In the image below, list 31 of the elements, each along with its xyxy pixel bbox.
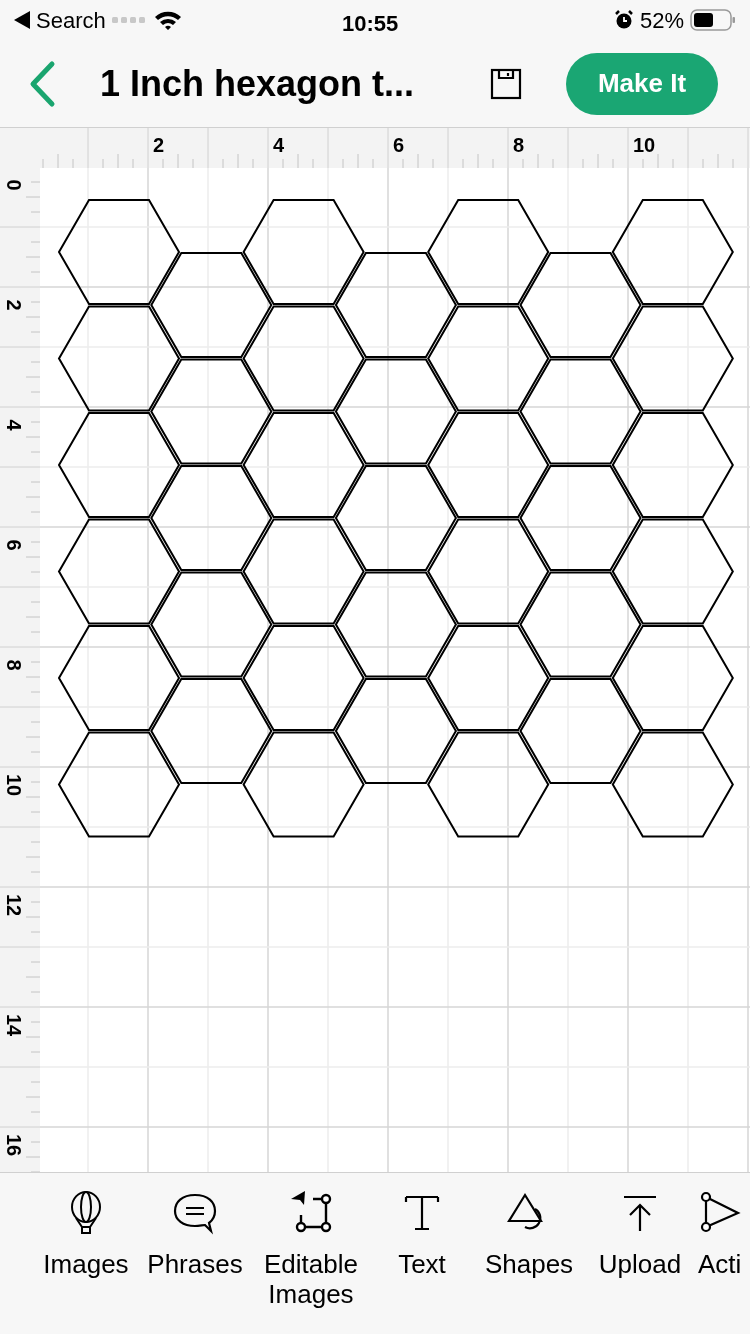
signal-icon xyxy=(111,16,148,24)
toolbar-button[interactable]: Shapes xyxy=(476,1189,582,1279)
toolbar-button[interactable]: Upload xyxy=(588,1189,692,1279)
ruler-label: 8 xyxy=(513,133,525,158)
project-title: 1 Inch hexagon t... xyxy=(100,61,415,106)
back-arrow-icon xyxy=(14,11,30,29)
ruler-label: 6 xyxy=(2,538,26,553)
toolbar-button[interactable]: Phrases xyxy=(142,1189,248,1279)
wifi-icon xyxy=(153,10,182,30)
back-label[interactable]: Search xyxy=(36,3,106,37)
toolbar-button[interactable]: Text xyxy=(374,1189,470,1279)
ruler-label: 4 xyxy=(273,133,285,158)
alarm-clock-icon xyxy=(613,10,634,30)
chevron-left-icon xyxy=(28,59,56,108)
toolbar-button[interactable]: Acti xyxy=(698,1189,750,1279)
ruler-label: 2 xyxy=(2,298,26,313)
battery-icon xyxy=(690,9,736,31)
ruler-label: 10 xyxy=(2,772,26,799)
toolbar-button[interactable]: Images xyxy=(36,1189,136,1279)
ruler-label: 12 xyxy=(2,892,26,919)
status-time: 10:55 xyxy=(342,10,399,38)
toolbar-button[interactable]: Editable Images xyxy=(254,1189,368,1309)
ruler-label: 2 xyxy=(153,133,165,158)
ruler-label: 10 xyxy=(633,133,656,158)
ruler-label: 8 xyxy=(2,658,26,673)
ruler-label: 4 xyxy=(2,418,26,433)
ruler-label: 14 xyxy=(2,1012,26,1039)
ruler-label: 0 xyxy=(2,178,26,193)
ruler-label: 16 xyxy=(2,1132,26,1159)
battery-percentage: 52% xyxy=(639,6,684,35)
ruler-label: 6 xyxy=(393,133,405,158)
